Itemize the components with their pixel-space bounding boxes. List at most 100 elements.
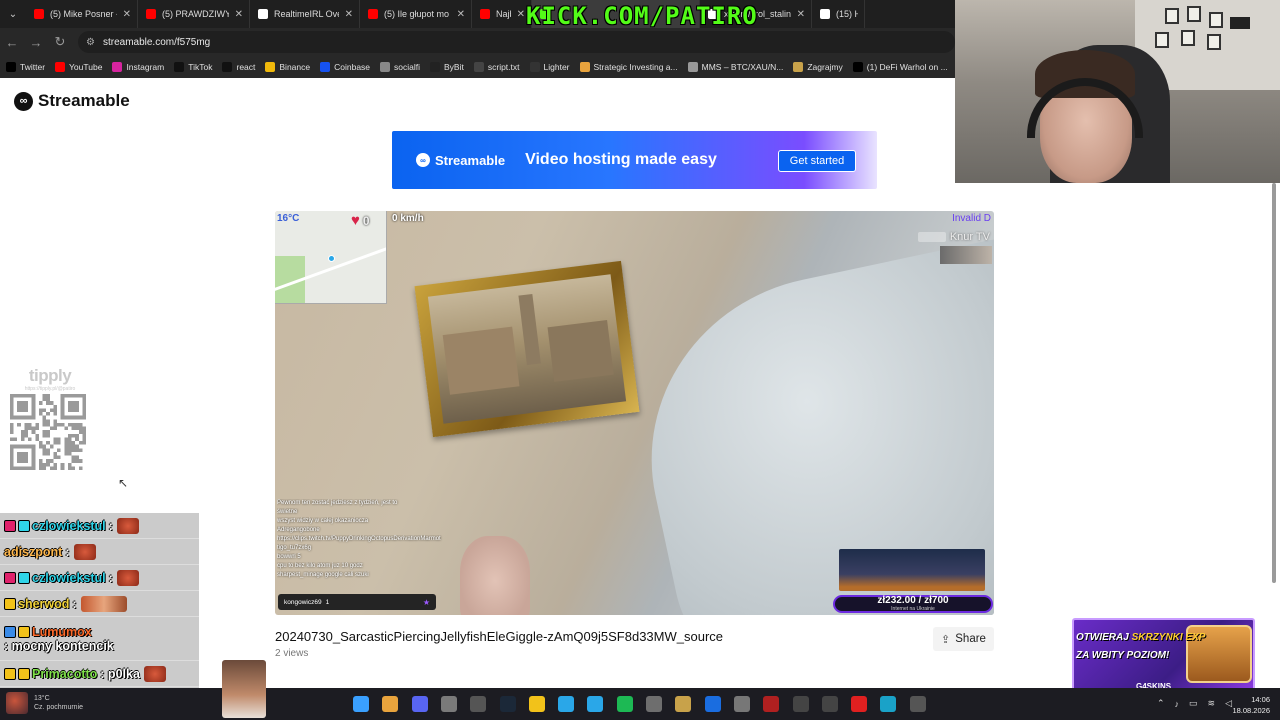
tab-close-icon[interactable]: ✕ bbox=[517, 9, 525, 20]
browser-tab[interactable]: (5) PRAWDZIWY Ł ✕ bbox=[138, 0, 250, 28]
bookmark-label: Coinbase bbox=[334, 62, 371, 72]
bookmark-item[interactable]: react bbox=[222, 62, 255, 72]
taskbar-obs-icon[interactable] bbox=[470, 696, 486, 712]
browser-tab[interactable]: (5) Ile głupot mo ✕ bbox=[360, 0, 472, 28]
bookmark-item[interactable]: Coinbase bbox=[320, 62, 370, 72]
browser-tab[interactable]: RealtimeIRL Over ✕ bbox=[250, 0, 360, 28]
taskbar-app-16-icon[interactable] bbox=[822, 696, 838, 712]
stream-status-label: Invalid D bbox=[952, 213, 991, 224]
tab-search-chevron-icon[interactable]: ⌄ bbox=[0, 0, 26, 28]
bookmark-icon bbox=[852, 62, 863, 72]
browser-tab[interactable]: (5) Mike Posner - ✕ bbox=[26, 0, 138, 28]
bookmark-icon bbox=[55, 62, 66, 72]
taskbar-app-13-icon[interactable] bbox=[734, 696, 750, 712]
bookmark-item[interactable]: Strategic Investing a... bbox=[579, 62, 678, 72]
tab-close-icon[interactable]: ✕ bbox=[457, 9, 465, 20]
weather-widget[interactable]: 13°C Cz. pochmurnie bbox=[6, 692, 83, 714]
taskbar-start-icon[interactable] bbox=[353, 696, 369, 712]
tab-close-icon[interactable]: ✕ bbox=[797, 9, 805, 20]
browser-tab[interactable]: Najbardzie ✕ bbox=[472, 0, 532, 28]
share-button[interactable]: ⇪ Share bbox=[933, 627, 994, 651]
taskbar-app-15-icon[interactable] bbox=[793, 696, 809, 712]
donation-amount: zł232.00 / zł700 bbox=[877, 595, 949, 606]
bookmark-icon bbox=[380, 62, 391, 72]
bookmark-label: Lighter bbox=[543, 62, 570, 72]
bookmark-item[interactable]: Zagrajmy bbox=[793, 62, 843, 72]
taskbar-app-11-icon[interactable] bbox=[675, 696, 691, 712]
taskbar-discord-icon[interactable] bbox=[412, 696, 428, 712]
bookmark-label: Instagram bbox=[126, 62, 165, 72]
taskbar-clock[interactable]: 14:06 18.08.2026 bbox=[1232, 694, 1270, 716]
tab-favicon-icon bbox=[258, 9, 268, 19]
streamable-logo[interactable]: ∞ Streamable bbox=[14, 91, 130, 111]
bookmark-item[interactable]: ByBit bbox=[430, 62, 464, 72]
bookmark-item[interactable]: socialfi bbox=[380, 62, 420, 72]
taskbar-app-14-icon[interactable] bbox=[763, 696, 779, 712]
bookmark-item[interactable]: Instagram bbox=[112, 62, 164, 72]
tray-volume-icon[interactable]: ◁ bbox=[1225, 698, 1232, 709]
bookmark-label: ByBit bbox=[444, 62, 464, 72]
stream-chat-line: cpu to bez kilo atom juz 10 godz bbox=[277, 563, 363, 569]
painting-building bbox=[547, 320, 614, 382]
bookmark-item[interactable]: Twitter bbox=[6, 62, 45, 72]
bookmark-item[interactable]: Lighter bbox=[529, 62, 570, 72]
chat-text: : bbox=[65, 544, 70, 559]
taskbar-spotify-icon[interactable] bbox=[617, 696, 633, 712]
ad-banner[interactable]: ∞ Streamable Video hosting made easy Get… bbox=[392, 131, 877, 189]
browser-tab[interactable]: (15) H bbox=[812, 0, 865, 28]
tray-network-icon[interactable]: ▭ bbox=[1189, 698, 1198, 709]
painting-building bbox=[442, 326, 520, 395]
taskbar-app-7-icon[interactable] bbox=[558, 696, 574, 712]
bookmark-label: script.txt bbox=[487, 62, 520, 72]
bookmark-item[interactable]: script.txt bbox=[473, 62, 520, 72]
tab-close-icon[interactable]: ✕ bbox=[235, 9, 243, 20]
tab-close-icon[interactable]: ✕ bbox=[345, 9, 353, 20]
taskbar-app-8-icon[interactable] bbox=[587, 696, 603, 712]
forward-icon[interactable]: → bbox=[24, 35, 48, 50]
back-icon[interactable]: ← bbox=[0, 35, 24, 50]
tray-chevron-icon[interactable]: ⌃ bbox=[1157, 698, 1165, 709]
chat-message: sherwod: bbox=[0, 591, 199, 617]
taskbar-chrome-icon[interactable] bbox=[382, 696, 398, 712]
tray-wifi-icon[interactable]: ≋ bbox=[1208, 698, 1216, 709]
star-icon: ★ bbox=[422, 597, 430, 607]
page-scrollbar[interactable] bbox=[1272, 183, 1276, 583]
taskbar-app-18-icon[interactable] bbox=[880, 696, 896, 712]
bookmark-item[interactable]: Binance bbox=[265, 62, 310, 72]
video-views: 2 views bbox=[275, 648, 309, 659]
url-text: streamable.com/f575mg bbox=[102, 36, 211, 48]
taskbar-app-19-icon[interactable] bbox=[910, 696, 926, 712]
mouse-cursor-icon: ↖ bbox=[118, 476, 129, 490]
bookmark-item[interactable]: MMS – BTC/XAU/N... bbox=[687, 62, 783, 72]
bookmark-icon bbox=[320, 62, 331, 72]
taskbar-app-17-icon[interactable] bbox=[851, 696, 867, 712]
tray-mic-icon[interactable]: ♪ bbox=[1175, 699, 1180, 709]
taskbar-app-12-icon[interactable] bbox=[705, 696, 721, 712]
reload-icon[interactable]: ↻ bbox=[48, 34, 72, 50]
tab-label: RealtimeIRL Over bbox=[274, 9, 339, 19]
donation-goal: zł232.00 / zł700 Internet na Ukrainie bbox=[833, 549, 993, 614]
taskbar-explorer-icon[interactable] bbox=[529, 696, 545, 712]
site-info-icon[interactable]: ⚙ bbox=[86, 37, 95, 48]
bookmark-icon bbox=[687, 62, 698, 72]
taskbar-app-10-icon[interactable] bbox=[646, 696, 662, 712]
chat-bar-user: kongowicz69 bbox=[284, 598, 322, 606]
streamer-webcam bbox=[955, 0, 1280, 183]
bookmark-label: YouTube bbox=[69, 62, 103, 72]
tab-close-icon[interactable]: ✕ bbox=[123, 9, 131, 20]
taskbar-steam-icon[interactable] bbox=[500, 696, 516, 712]
video-scene-painting bbox=[414, 260, 640, 438]
bookmark-item[interactable]: (1) DeFi Warhol on ... bbox=[852, 62, 948, 72]
url-field[interactable]: ⚙ streamable.com/f575mg bbox=[78, 31, 955, 53]
get-started-button[interactable]: Get started bbox=[778, 150, 856, 172]
tab-label: (5) Ile głupot mo bbox=[384, 9, 450, 19]
bookmark-item[interactable]: YouTube bbox=[55, 62, 102, 72]
bookmark-icon bbox=[174, 62, 185, 72]
skins-ad: OTWIERAJ SKRZYNKI EXP ZA WBITY POZIOM! G… bbox=[1066, 615, 1261, 695]
bookmark-label: socialfi bbox=[394, 62, 421, 72]
bookmark-icon bbox=[473, 62, 484, 72]
bookmark-item[interactable]: TikTok bbox=[174, 62, 212, 72]
taskbar-app-3-icon[interactable] bbox=[441, 696, 457, 712]
video-player[interactable]: 16°C ♥ 0 0 km/h Invalid D Knur TV Pewnom… bbox=[275, 211, 994, 615]
webcam-wall-frame bbox=[1187, 6, 1201, 22]
